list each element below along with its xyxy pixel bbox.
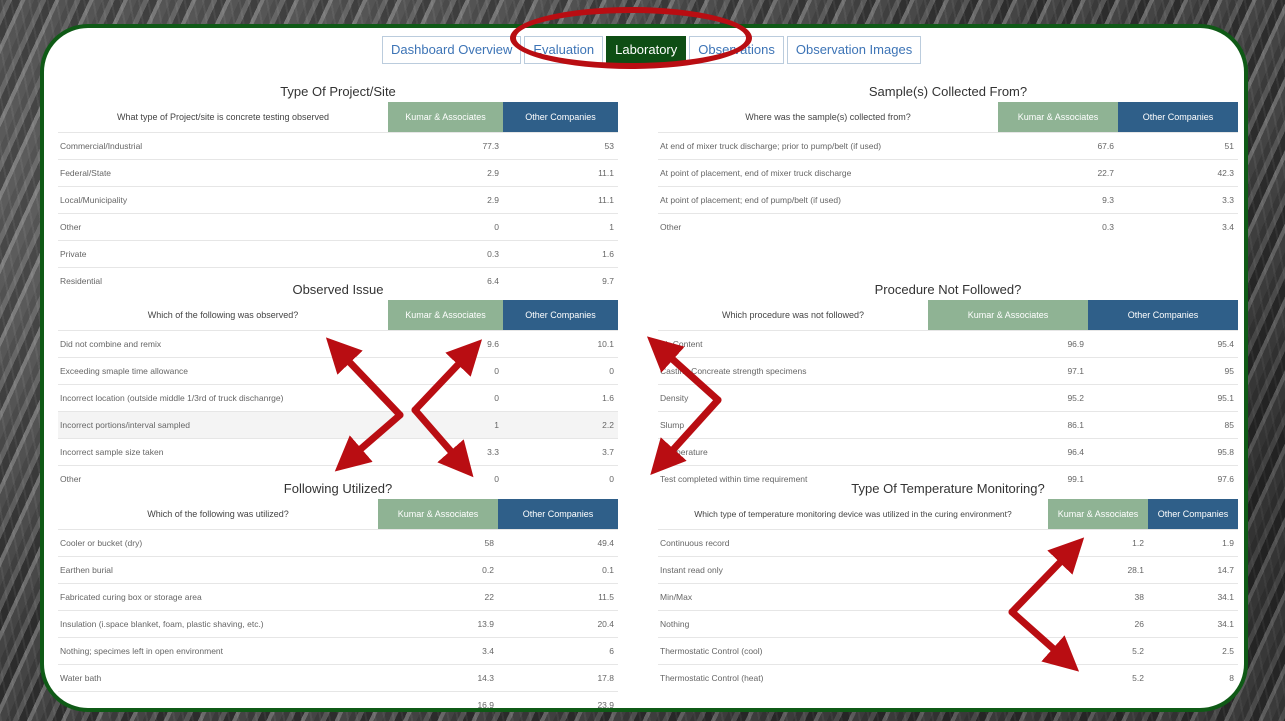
arrow-icon <box>325 337 404 419</box>
arrow-icon <box>411 339 483 414</box>
arrow-icon <box>411 406 474 478</box>
arrow-icon <box>1008 608 1080 672</box>
annotation-arrows <box>325 336 1085 672</box>
arrow-icon <box>650 396 722 475</box>
arrow-icon <box>646 336 722 404</box>
arrow-icon <box>1008 537 1085 616</box>
arrow-icon <box>334 411 404 472</box>
